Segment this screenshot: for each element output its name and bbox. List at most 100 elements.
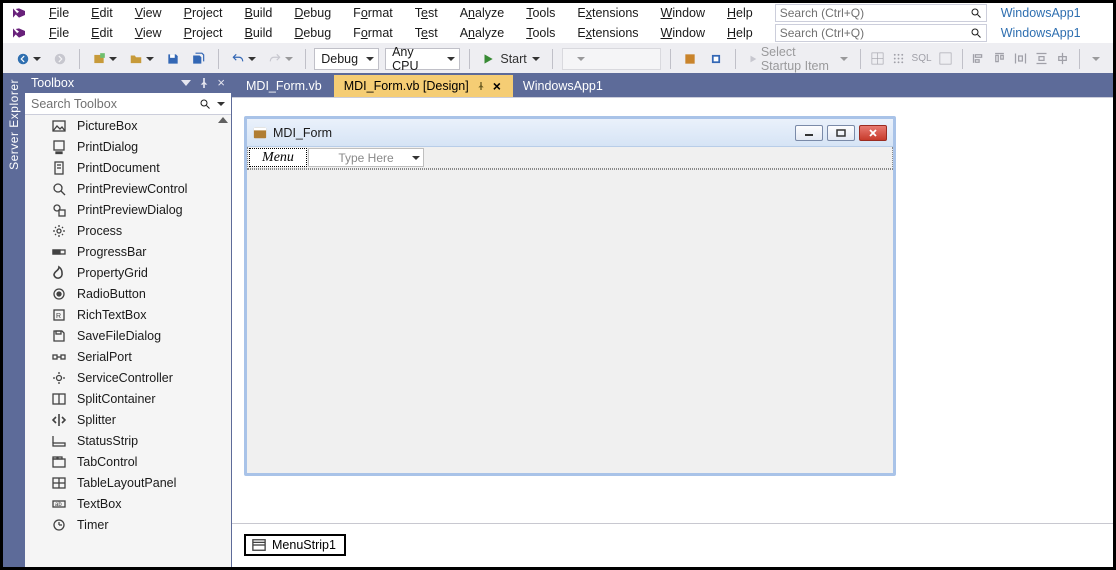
menu-tools[interactable]: Tools [516, 4, 567, 23]
menu-project[interactable]: Project [174, 4, 235, 23]
toolbox-item-printpreviewdialog[interactable]: PrintPreviewDialog [25, 199, 231, 220]
menu-format[interactable]: Format [343, 24, 405, 43]
menu-build[interactable]: Build [235, 4, 285, 23]
platform-combo[interactable]: Any CPU [385, 48, 460, 70]
tab-mdiform-code[interactable]: MDI_Form.vb [236, 75, 334, 97]
toolbox-search[interactable]: Search Toolbox [25, 93, 231, 115]
menu-analyze[interactable]: Analyze [450, 24, 516, 43]
layout-icon[interactable] [938, 51, 953, 66]
toolbox-item-tabcontrol[interactable]: TabControl [25, 451, 231, 472]
toolbox-title-bar[interactable]: Toolbox × [25, 73, 231, 93]
toolbox-item-splitter[interactable]: Splitter [25, 409, 231, 430]
toolbox-item-radiobutton[interactable]: RadioButton [25, 283, 231, 304]
toolbox-item-serialport[interactable]: SerialPort [25, 346, 231, 367]
nav-forward-button[interactable] [50, 50, 70, 68]
menu-edit[interactable]: Edit [81, 24, 125, 43]
toolbox-item-statusstrip[interactable]: StatusStrip [25, 430, 231, 451]
menu-extensions[interactable]: Extensions [567, 4, 650, 23]
close-icon[interactable]: × [217, 78, 225, 88]
menu-extensions[interactable]: Extensions [567, 24, 650, 43]
form-title-bar[interactable]: MDI_Form [247, 119, 893, 147]
menu-item-selected[interactable]: Menu [249, 148, 307, 167]
save-all-button[interactable] [189, 50, 209, 68]
search-box-1[interactable]: Search (Ctrl+Q) [775, 4, 987, 22]
menu-type-here-h[interactable]: Type Here [308, 148, 424, 167]
overflow-button[interactable] [1089, 55, 1103, 63]
misc-button-1[interactable] [680, 50, 700, 68]
mdi-form-window[interactable]: MDI_Form Menu Type Here [244, 116, 896, 476]
start-button[interactable]: Start [478, 50, 542, 68]
menu-file[interactable]: File [39, 24, 81, 43]
menu-debug[interactable]: Debug [284, 24, 343, 43]
menu-help[interactable]: Help [717, 24, 765, 43]
menu-tools[interactable]: Tools [516, 24, 567, 43]
toolbox-item-picturebox[interactable]: PictureBox [25, 115, 231, 136]
menu-test[interactable]: Test [405, 24, 450, 43]
close-tab-icon[interactable]: × [493, 81, 501, 91]
menu-build[interactable]: Build [235, 24, 285, 43]
menu-view[interactable]: View [125, 24, 174, 43]
toolbox-item-propertygrid[interactable]: PropertyGrid [25, 262, 231, 283]
menu-window[interactable]: Window [651, 4, 717, 23]
startup-item-button[interactable]: Select Startup Item [745, 43, 851, 75]
toolbox-item-printdialog[interactable]: PrintDialog [25, 136, 231, 157]
pin-icon[interactable] [477, 82, 485, 90]
open-file-button[interactable] [126, 50, 157, 68]
maximize-button[interactable] [827, 125, 855, 141]
project-selector-2[interactable]: WindowsApp1 [1001, 26, 1081, 40]
menu-test[interactable]: Test [405, 4, 450, 23]
chevron-down-icon[interactable] [412, 156, 420, 160]
tab-mdiform-design[interactable]: MDI_Form.vb [Design] × [334, 75, 513, 97]
chevron-down-icon[interactable] [217, 102, 225, 106]
new-project-button[interactable] [89, 50, 120, 68]
toolbox-item-richtextbox[interactable]: RRichTextBox [25, 304, 231, 325]
undo-button[interactable] [228, 50, 259, 68]
scroll-up-icon[interactable] [218, 117, 228, 123]
distribute-v-icon[interactable] [1034, 51, 1049, 66]
toolbox-item-servicecontroller[interactable]: ServiceController [25, 367, 231, 388]
designer-canvas[interactable]: MDI_Form Menu Type Here [232, 97, 1113, 523]
save-button[interactable] [163, 50, 183, 68]
align-left-icon[interactable] [971, 51, 986, 66]
toolbox-list[interactable]: PictureBoxPrintDialogPrintDocumentPrintP… [25, 115, 231, 567]
tab-windowsapp1[interactable]: WindowsApp1 [513, 75, 615, 97]
toolbox-item-printpreviewcontrol[interactable]: PrintPreviewControl [25, 178, 231, 199]
dropdown-icon[interactable] [181, 78, 191, 88]
menu-analyze[interactable]: Analyze [450, 4, 516, 23]
toolbox-item-process[interactable]: Process [25, 220, 231, 241]
align-top-icon[interactable] [992, 51, 1007, 66]
close-button[interactable] [859, 125, 887, 141]
form-client-area[interactable] [247, 169, 893, 473]
nav-back-button[interactable] [13, 50, 44, 68]
grid-icon[interactable] [870, 51, 885, 66]
pin-icon[interactable] [199, 78, 209, 88]
misc-button-2[interactable] [706, 50, 726, 68]
toolbox-item-savefiledialog[interactable]: SaveFileDialog [25, 325, 231, 346]
toolbox-item-progressbar[interactable]: ProgressBar [25, 241, 231, 262]
project-selector-1[interactable]: WindowsApp1 [1001, 6, 1081, 20]
menu-file[interactable]: File [39, 4, 81, 23]
toolbox-item-splitcontainer[interactable]: SplitContainer [25, 388, 231, 409]
menu-format[interactable]: Format [343, 4, 405, 23]
search-box-2[interactable]: Search (Ctrl+Q) [775, 24, 987, 42]
toolbox-item-timer[interactable]: Timer [25, 514, 231, 535]
menu-help[interactable]: Help [717, 4, 765, 23]
server-explorer-rail[interactable]: Server Explorer [3, 73, 25, 567]
tray-menustrip1[interactable]: MenuStrip1 [244, 534, 346, 556]
menu-debug[interactable]: Debug [284, 4, 343, 23]
toolbox-item-printdocument[interactable]: PrintDocument [25, 157, 231, 178]
menu-strip[interactable]: Menu Type Here Type Here [247, 147, 893, 169]
toolbox-item-textbox[interactable]: abTextBox [25, 493, 231, 514]
component-tray[interactable]: MenuStrip1 [232, 523, 1113, 567]
menu-view[interactable]: View [125, 4, 174, 23]
grid-dots-icon[interactable] [891, 51, 906, 66]
menu-project[interactable]: Project [174, 24, 235, 43]
menu-edit[interactable]: Edit [81, 4, 125, 23]
toolbox-item-tablelayoutpanel[interactable]: TableLayoutPanel [25, 472, 231, 493]
redo-button[interactable] [265, 50, 296, 68]
center-icon[interactable] [1055, 51, 1070, 66]
distribute-h-icon[interactable] [1013, 51, 1028, 66]
config-combo[interactable]: Debug [314, 48, 379, 70]
menu-window[interactable]: Window [651, 24, 717, 43]
minimize-button[interactable] [795, 125, 823, 141]
